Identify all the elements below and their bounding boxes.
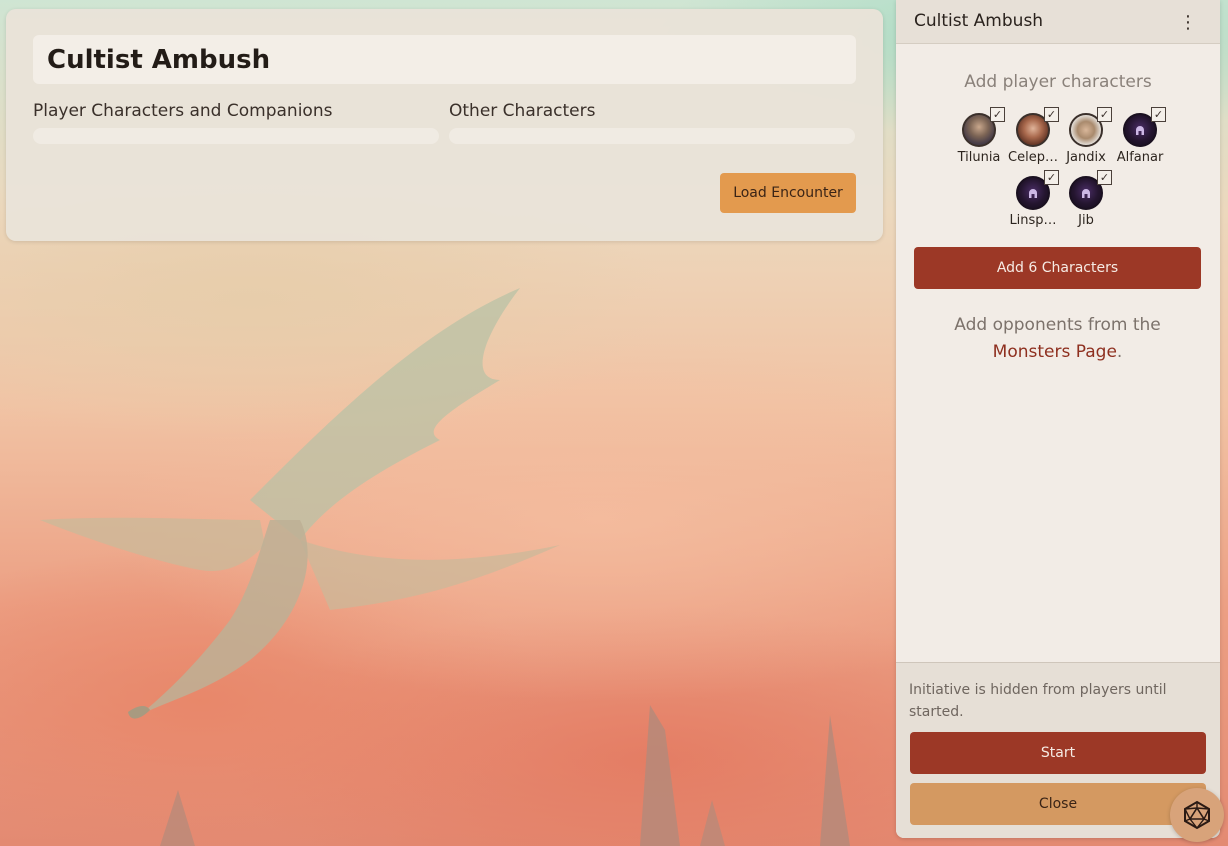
panel-title: Cultist Ambush bbox=[914, 11, 1044, 31]
helmet-icon bbox=[1136, 126, 1144, 135]
players-column-label: Player Characters and Companions bbox=[33, 101, 333, 121]
players-dropzone[interactable] bbox=[33, 128, 439, 144]
character-alfanar[interactable]: ✓ Alfanar bbox=[1114, 107, 1170, 173]
dice-roller-button[interactable] bbox=[1170, 788, 1224, 842]
helmet-icon bbox=[1082, 189, 1090, 198]
add-players-label: Add player characters bbox=[964, 72, 1152, 92]
monsters-page-link[interactable]: Monsters Page bbox=[993, 342, 1117, 362]
encounter-side-panel: Cultist Ambush ⋮ Add player characters ✓… bbox=[896, 0, 1220, 838]
start-button[interactable]: Start bbox=[910, 732, 1206, 774]
opponents-suffix: . bbox=[1116, 342, 1123, 362]
others-dropzone[interactable] bbox=[449, 128, 855, 144]
checkbox-checked-icon[interactable]: ✓ bbox=[1151, 107, 1166, 122]
helmet-icon bbox=[1029, 189, 1037, 198]
others-column-label: Other Characters bbox=[449, 101, 596, 121]
load-encounter-button[interactable]: Load Encounter bbox=[720, 173, 856, 213]
checkbox-checked-icon[interactable]: ✓ bbox=[990, 107, 1005, 122]
add-opponents-text: Add opponents from the Monsters Page. bbox=[914, 312, 1201, 366]
checkbox-checked-icon[interactable]: ✓ bbox=[1097, 170, 1112, 185]
character-jib[interactable]: ✓ Jib bbox=[1060, 170, 1116, 236]
checkbox-checked-icon[interactable]: ✓ bbox=[1044, 170, 1059, 185]
add-characters-button[interactable]: Add 6 Characters bbox=[914, 247, 1201, 289]
character-name: Jib bbox=[1078, 213, 1094, 228]
encounter-card: Cultist Ambush Player Characters and Com… bbox=[6, 9, 883, 241]
checkbox-checked-icon[interactable]: ✓ bbox=[1097, 107, 1112, 122]
character-name: Alfanar bbox=[1116, 150, 1164, 165]
opponents-prefix: Add opponents from the bbox=[954, 315, 1161, 335]
d20-icon bbox=[1184, 800, 1210, 830]
kebab-menu-icon[interactable]: ⋮ bbox=[1178, 12, 1198, 33]
checkbox-checked-icon[interactable]: ✓ bbox=[1044, 107, 1059, 122]
panel-header: Cultist Ambush ⋮ bbox=[896, 0, 1220, 44]
encounter-title-input[interactable]: Cultist Ambush bbox=[33, 35, 856, 84]
initiative-note: Initiative is hidden from players until … bbox=[909, 682, 1167, 720]
close-button[interactable]: Close bbox=[910, 783, 1206, 825]
